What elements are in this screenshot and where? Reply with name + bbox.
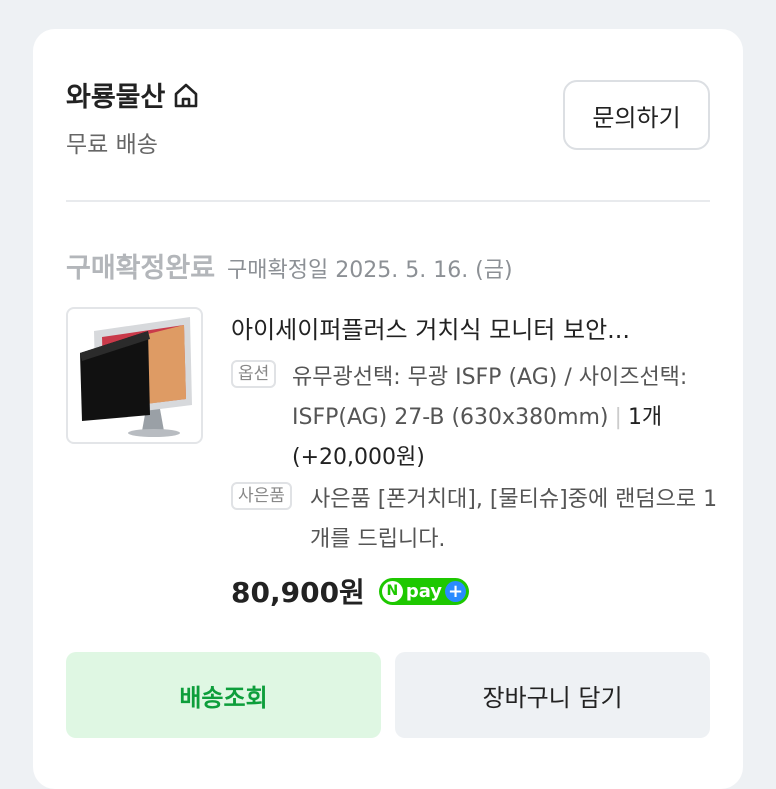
- confirm-date: 구매확정일 2025. 5. 16. (금): [227, 258, 513, 283]
- product-title[interactable]: 아이세이퍼플러스 거치식 모니터 보안...: [231, 310, 711, 345]
- seller-name[interactable]: 와룡물산: [66, 75, 165, 114]
- shipping-info: 무료 배송: [66, 132, 158, 158]
- home-icon[interactable]: [171, 80, 201, 110]
- product-price: 80,900원: [231, 576, 365, 609]
- price-row: 80,900원 N pay +: [231, 571, 470, 611]
- track-delivery-button[interactable]: 배송조회: [66, 652, 381, 738]
- npay-badge: N pay +: [378, 577, 470, 605]
- add-to-cart-button[interactable]: 장바구니 담기: [395, 652, 710, 738]
- option-separator: |: [614, 405, 622, 430]
- product-thumbnail[interactable]: [66, 307, 203, 444]
- option-details: 유무광선택: 무광 ISFP (AG) / 사이즈선택: ISFP(AG) 27…: [292, 358, 702, 478]
- option-tag: 옵션: [231, 360, 277, 388]
- gift-tag: 사은품: [231, 482, 292, 510]
- plus-icon: +: [445, 580, 467, 602]
- inquiry-button[interactable]: 문의하기: [563, 80, 710, 150]
- divider: [66, 200, 710, 202]
- order-card: 와룡물산 무료 배송 문의하기 구매확정완료 구매확정일 2025. 5. 16…: [33, 29, 743, 789]
- monitor-image: [80, 317, 192, 437]
- npay-label: pay: [405, 580, 443, 602]
- seller-header[interactable]: 와룡물산: [66, 75, 201, 114]
- order-status: 구매확정완료: [66, 253, 216, 284]
- order-status-row: 구매확정완료 구매확정일 2025. 5. 16. (금): [66, 246, 513, 285]
- npay-n-icon: N: [381, 580, 403, 602]
- gift-text: 사은품 [폰거치대], [물티슈]중에 랜덤으로 1개를 드립니다.: [310, 487, 718, 552]
